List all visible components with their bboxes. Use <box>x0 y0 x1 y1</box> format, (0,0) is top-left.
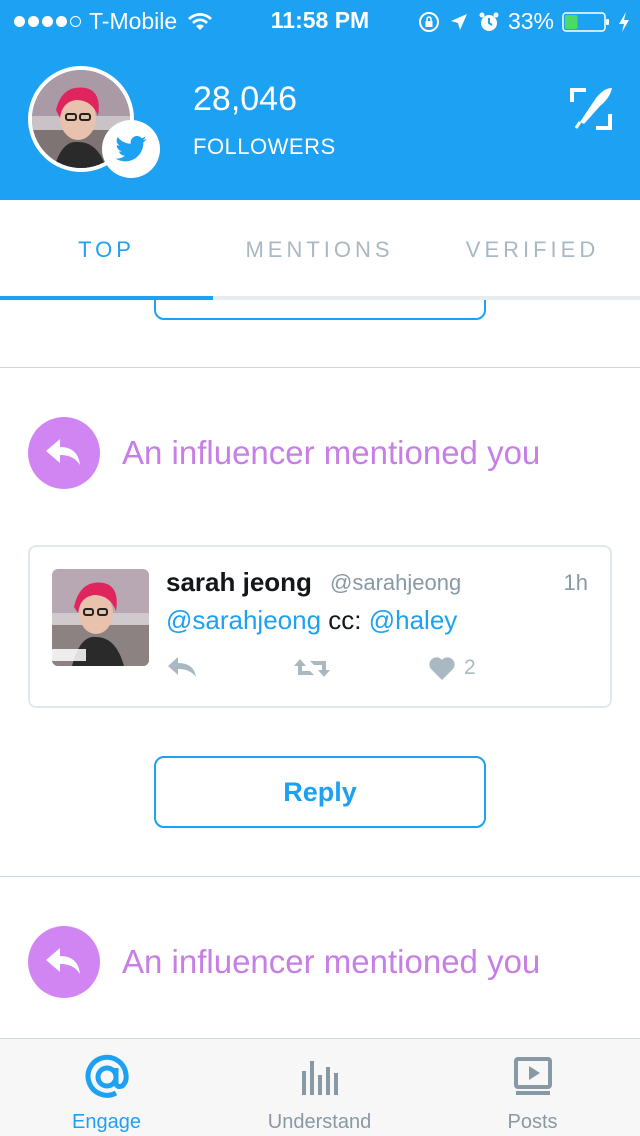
mention-header: An influencer mentioned you <box>28 926 540 998</box>
at-icon <box>83 1053 131 1101</box>
tweet-actions: 2 <box>166 655 486 685</box>
battery-icon <box>562 11 609 32</box>
nav-engage[interactable]: Engage <box>0 1039 213 1136</box>
tab-verified[interactable]: VERIFIED <box>426 200 639 300</box>
tweet-avatar-image <box>52 569 149 666</box>
tweet-reply-button[interactable] <box>166 655 198 679</box>
mention-header: An influencer mentioned you <box>28 417 540 489</box>
twitter-bird-icon <box>115 136 147 162</box>
battery-percent: 33% <box>507 8 554 34</box>
mention-title: An influencer mentioned you <box>122 943 541 980</box>
status-bar: T-Mobile 11:58 PM 33% <box>0 0 640 40</box>
bars-icon <box>296 1053 344 1101</box>
reply-button[interactable]: Reply <box>154 756 486 828</box>
twitter-badge <box>102 120 160 178</box>
nav-engage-label: Engage <box>72 1111 141 1133</box>
divider <box>0 876 640 877</box>
profile-avatar[interactable] <box>28 66 160 178</box>
tweet-text: @sarahjeong cc: @haley <box>166 605 457 636</box>
followers-count: 28,046 <box>193 80 297 118</box>
nav-posts[interactable]: Posts <box>426 1039 639 1136</box>
compose-tweet-button[interactable] <box>566 84 616 134</box>
divider <box>0 367 640 368</box>
tweet-mention-link[interactable]: @haley <box>369 605 458 635</box>
followers-label: FOLLOWERS <box>193 134 336 159</box>
nav-understand-label: Understand <box>267 1111 372 1133</box>
rotation-lock-icon <box>418 11 439 32</box>
status-right: 33% <box>418 8 630 35</box>
tab-top[interactable]: TOP <box>0 200 213 300</box>
tweet-author-handle: @sarahjeong <box>330 570 462 595</box>
like-count: 2 <box>464 656 476 679</box>
tweet-text-body: cc: <box>321 605 369 635</box>
tab-bar: TOP MENTIONS VERIFIED <box>0 200 640 300</box>
charging-bolt-icon <box>619 11 629 32</box>
reply-arrow-icon <box>28 417 100 489</box>
tweet-card[interactable]: sarah jeong @sarahjeong 1h @sarahjeong c… <box>28 545 612 708</box>
tab-mentions[interactable]: MENTIONS <box>213 200 426 300</box>
header: T-Mobile 11:58 PM 33% 28,046 FOLLOWERS <box>0 0 640 200</box>
tweet-retweet-button[interactable] <box>292 655 332 681</box>
nav-understand[interactable]: Understand <box>213 1039 426 1136</box>
tweet-author-avatar[interactable] <box>52 569 149 666</box>
tweet-mention-link[interactable]: @sarahjeong <box>166 605 321 635</box>
feed: An influencer mentioned you sarah jeong … <box>0 300 640 1038</box>
mention-title: An influencer mentioned you <box>122 434 541 471</box>
tweet-author-name[interactable]: sarah jeong <box>166 567 312 598</box>
reply-icon <box>168 657 196 677</box>
tweet-like-button[interactable]: 2 <box>428 655 476 681</box>
bottom-tab-bar: Engage Understand Posts <box>0 1038 640 1136</box>
reply-arrow-icon <box>28 926 100 998</box>
tweet-timestamp: 1h <box>563 570 588 595</box>
heart-icon <box>429 657 455 680</box>
video-icon <box>509 1053 557 1101</box>
location-arrow-icon <box>450 13 467 30</box>
retweet-icon <box>294 659 330 677</box>
previous-reply-button[interactable] <box>154 300 486 320</box>
nav-posts-label: Posts <box>507 1111 558 1133</box>
alarm-clock-icon <box>479 12 499 31</box>
